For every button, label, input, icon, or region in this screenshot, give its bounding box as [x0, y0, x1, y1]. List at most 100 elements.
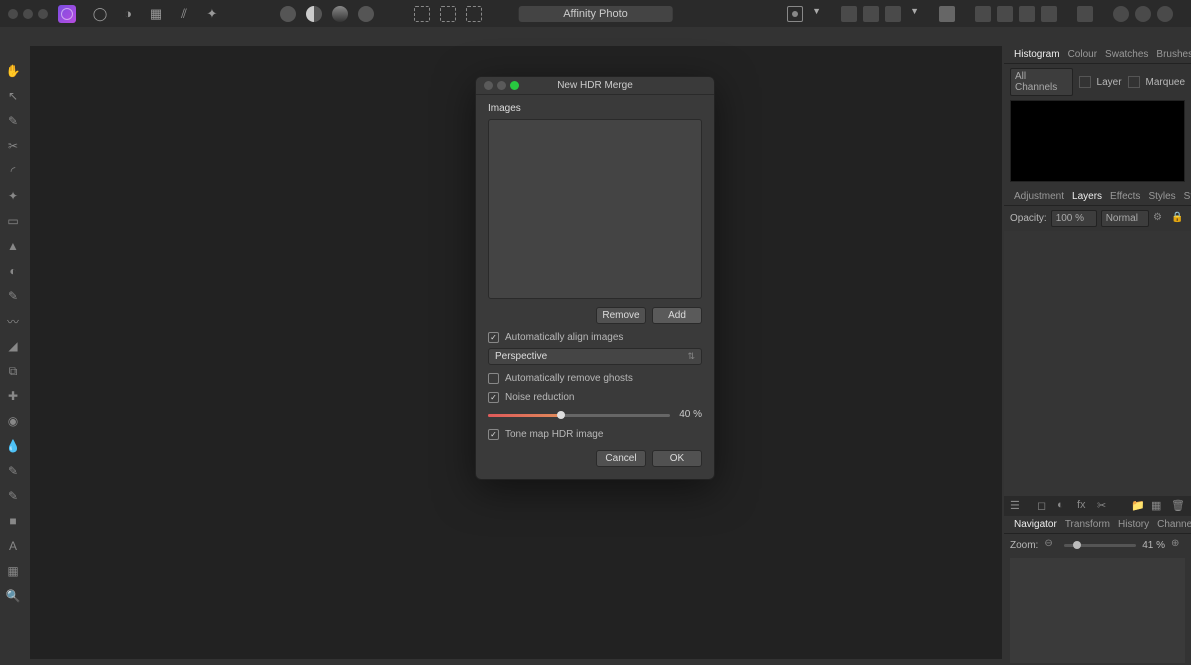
export-persona-icon[interactable]: ✦: [204, 6, 220, 22]
zoom-slider[interactable]: [1064, 544, 1136, 547]
ok-button[interactable]: OK: [652, 450, 702, 467]
sponge-tool-icon[interactable]: ✎: [4, 487, 22, 505]
tab-styles[interactable]: Styles: [1148, 191, 1175, 202]
align-icon[interactable]: [1077, 6, 1093, 22]
channel-select[interactable]: All Channels: [1010, 68, 1073, 96]
dialog-close-icon[interactable]: [484, 81, 493, 90]
lighting-icon[interactable]: [280, 6, 296, 22]
ghosts-checkbox[interactable]: [488, 373, 499, 384]
selection-brush-tool-icon[interactable]: ◜: [4, 162, 22, 180]
tone-persona-icon[interactable]: ⫽: [176, 6, 192, 22]
selection-invert-icon[interactable]: [466, 6, 482, 22]
gear-icon[interactable]: ⚙: [1153, 212, 1167, 226]
snap-icon[interactable]: [841, 6, 857, 22]
opacity-value[interactable]: 100 %: [1051, 210, 1097, 227]
tab-channels[interactable]: Channels: [1157, 519, 1191, 530]
images-well[interactable]: [488, 119, 702, 299]
gradient-icon[interactable]: [332, 6, 348, 22]
brush-tool-icon[interactable]: ✎: [4, 287, 22, 305]
arrange-forward-icon[interactable]: [1019, 6, 1035, 22]
burn-tool-icon[interactable]: ✎: [4, 462, 22, 480]
tab-layers[interactable]: Layers: [1072, 191, 1102, 202]
tab-stock[interactable]: Stock: [1184, 191, 1191, 202]
develop-persona-icon[interactable]: ▦: [148, 6, 164, 22]
dropdown-arrow-icon[interactable]: ▼: [812, 6, 821, 22]
crop-layer-icon[interactable]: ✂: [1097, 499, 1111, 513]
dialog-maximize-icon[interactable]: [510, 81, 519, 90]
noise-slider-thumb[interactable]: [557, 411, 565, 419]
adjustment-icon[interactable]: ◐: [1057, 499, 1071, 513]
dropdown-arrow-icon[interactable]: ▼: [910, 6, 919, 22]
clone-tool-icon[interactable]: ⧉: [4, 362, 22, 380]
quick-mask-icon[interactable]: [787, 6, 803, 22]
tab-swatches[interactable]: Swatches: [1105, 49, 1148, 60]
blend-mode-select[interactable]: Normal: [1101, 210, 1149, 227]
layers-list[interactable]: [1004, 231, 1191, 496]
tonemap-checkbox[interactable]: [488, 429, 499, 440]
zoom-slider-thumb[interactable]: [1073, 541, 1081, 549]
arrange-backward-icon[interactable]: [997, 6, 1013, 22]
arrange-back-icon[interactable]: [975, 6, 991, 22]
maximize-window-icon[interactable]: [38, 9, 48, 19]
blur-tool-icon[interactable]: ◉: [4, 412, 22, 430]
dialog-minimize-icon[interactable]: [497, 81, 506, 90]
wand-tool-icon[interactable]: ✦: [4, 187, 22, 205]
help3-icon[interactable]: [1157, 6, 1173, 22]
marquee-checkbox[interactable]: [1128, 76, 1140, 88]
shape-tool-icon[interactable]: ■: [4, 512, 22, 530]
tab-brushes[interactable]: Brushes: [1156, 49, 1191, 60]
cancel-button[interactable]: Cancel: [596, 450, 646, 467]
fill-icon[interactable]: [358, 6, 374, 22]
noise-slider[interactable]: 40 %: [488, 409, 702, 421]
add-button[interactable]: Add: [652, 307, 702, 324]
help1-icon[interactable]: [1113, 6, 1129, 22]
navigator-preview[interactable]: [1010, 558, 1185, 663]
zoom-in-icon[interactable]: ⊕: [1171, 538, 1185, 552]
align-mode-select[interactable]: Perspective: [488, 348, 702, 365]
snap3-icon[interactable]: [885, 6, 901, 22]
tab-transform[interactable]: Transform: [1065, 519, 1110, 530]
minimize-window-icon[interactable]: [23, 9, 33, 19]
tab-effects[interactable]: Effects: [1110, 191, 1140, 202]
hand-tool-icon[interactable]: ✋: [4, 62, 22, 80]
text-tool-icon[interactable]: A: [4, 537, 22, 555]
arrange-front-icon[interactable]: [1041, 6, 1057, 22]
assistant-icon[interactable]: [939, 6, 955, 22]
tab-navigator[interactable]: Navigator: [1014, 519, 1057, 530]
mask-icon[interactable]: ◻: [1037, 499, 1051, 513]
align-checkbox[interactable]: [488, 332, 499, 343]
tab-adjustment[interactable]: Adjustment: [1014, 191, 1064, 202]
zoom-out-icon[interactable]: ⊖: [1044, 538, 1058, 552]
selection-all-icon[interactable]: [414, 6, 430, 22]
photo-persona-icon[interactable]: ◯: [92, 6, 108, 22]
mesh-tool-icon[interactable]: ▦: [4, 562, 22, 580]
dodge-tool-icon[interactable]: 💧: [4, 437, 22, 455]
zoom-tool-icon[interactable]: 🔍: [4, 587, 22, 605]
eraser-tool-icon[interactable]: ◢: [4, 337, 22, 355]
folder-icon[interactable]: 📁: [1131, 499, 1145, 513]
dialog-titlebar[interactable]: New HDR Merge: [476, 77, 714, 95]
fx-icon[interactable]: fx: [1077, 499, 1091, 513]
gradient-tool-icon[interactable]: ◐: [4, 262, 22, 280]
contrast-icon[interactable]: [306, 6, 322, 22]
snap2-icon[interactable]: [863, 6, 879, 22]
move-tool-icon[interactable]: ↖: [4, 87, 22, 105]
layers-stack-icon[interactable]: ☰: [1010, 499, 1024, 513]
tab-histogram[interactable]: Histogram: [1014, 49, 1060, 60]
liquify-persona-icon[interactable]: ◑: [120, 6, 136, 22]
color-picker-tool-icon[interactable]: ✎: [4, 112, 22, 130]
pen-tool-icon[interactable]: 〰: [4, 312, 22, 330]
selection-none-icon[interactable]: [440, 6, 456, 22]
flood-tool-icon[interactable]: ▲: [4, 237, 22, 255]
noise-checkbox[interactable]: [488, 392, 499, 403]
heal-tool-icon[interactable]: ✚: [4, 387, 22, 405]
help2-icon[interactable]: [1135, 6, 1151, 22]
tab-colour[interactable]: Colour: [1068, 49, 1097, 60]
marquee-tool-icon[interactable]: ▭: [4, 212, 22, 230]
add-layer-icon[interactable]: ▦: [1151, 499, 1165, 513]
delete-layer-icon[interactable]: 🗑: [1171, 499, 1185, 513]
lock-icon[interactable]: 🔒: [1171, 212, 1185, 226]
tab-history[interactable]: History: [1118, 519, 1149, 530]
close-window-icon[interactable]: [8, 9, 18, 19]
layer-checkbox[interactable]: [1079, 76, 1091, 88]
